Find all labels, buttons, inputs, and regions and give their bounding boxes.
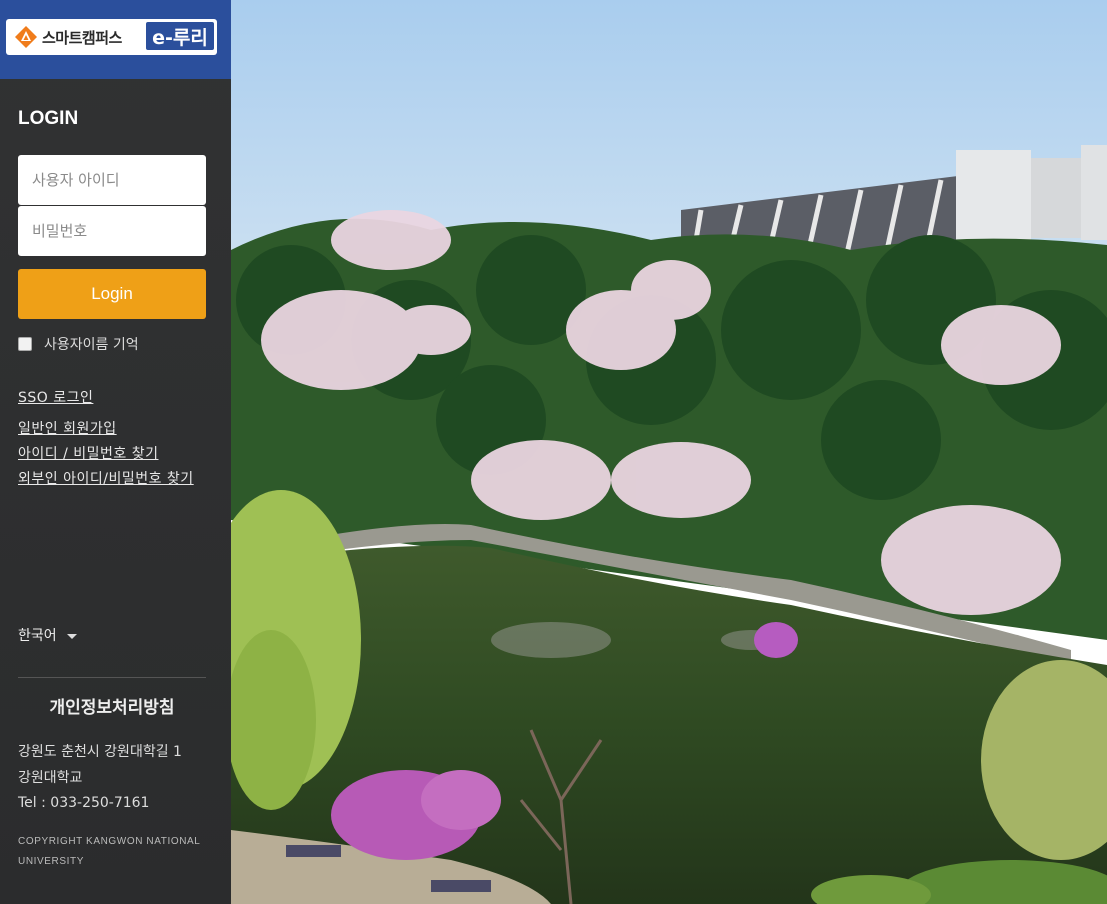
- university-name: 강원대학교: [18, 770, 83, 786]
- remember-label: 사용자이름 기억: [44, 337, 139, 353]
- language-selector[interactable]: 한국어: [18, 625, 77, 645]
- divider: [18, 677, 206, 678]
- logo-badge: e-루리: [146, 22, 214, 50]
- smart-campus-logo[interactable]: 스마트캠퍼스 e-루리: [6, 19, 217, 55]
- logo-mark-icon: [14, 25, 38, 49]
- logo-text: 스마트캠퍼스: [42, 28, 122, 47]
- address-line: 강원도 춘천시 강원대학길 1: [18, 744, 182, 760]
- language-label: 한국어: [18, 628, 57, 644]
- find-id-password-link[interactable]: 아이디 / 비밀번호 찾기: [18, 443, 208, 465]
- campus-landscape-photo: [231, 0, 1107, 904]
- login-sidebar: 스마트캠퍼스 e-루리 LOGIN Login 사용자이름 기억 SSO 로그인…: [0, 0, 231, 904]
- remember-checkbox[interactable]: [18, 337, 32, 351]
- signup-link[interactable]: 일반인 회원가입: [18, 418, 208, 440]
- find-external-id-password-link[interactable]: 외부인 아이디/비밀번호 찾기: [18, 468, 208, 490]
- telephone: Tel : 033-250-7161: [18, 795, 150, 811]
- remember-username[interactable]: 사용자이름 기억: [18, 334, 139, 354]
- sso-login-link[interactable]: SSO 로그인: [18, 387, 208, 409]
- caret-down-icon: [66, 633, 77, 639]
- privacy-policy-link[interactable]: 개인정보처리방침: [0, 693, 224, 718]
- username-input[interactable]: [18, 155, 206, 205]
- login-title: LOGIN: [18, 108, 79, 129]
- brand-header: 스마트캠퍼스 e-루리: [0, 0, 231, 79]
- password-input[interactable]: [18, 206, 206, 256]
- copyright-text: COPYRIGHT KANGWON NATIONAL UNIVERSITY: [18, 836, 201, 867]
- login-button[interactable]: Login: [18, 269, 206, 319]
